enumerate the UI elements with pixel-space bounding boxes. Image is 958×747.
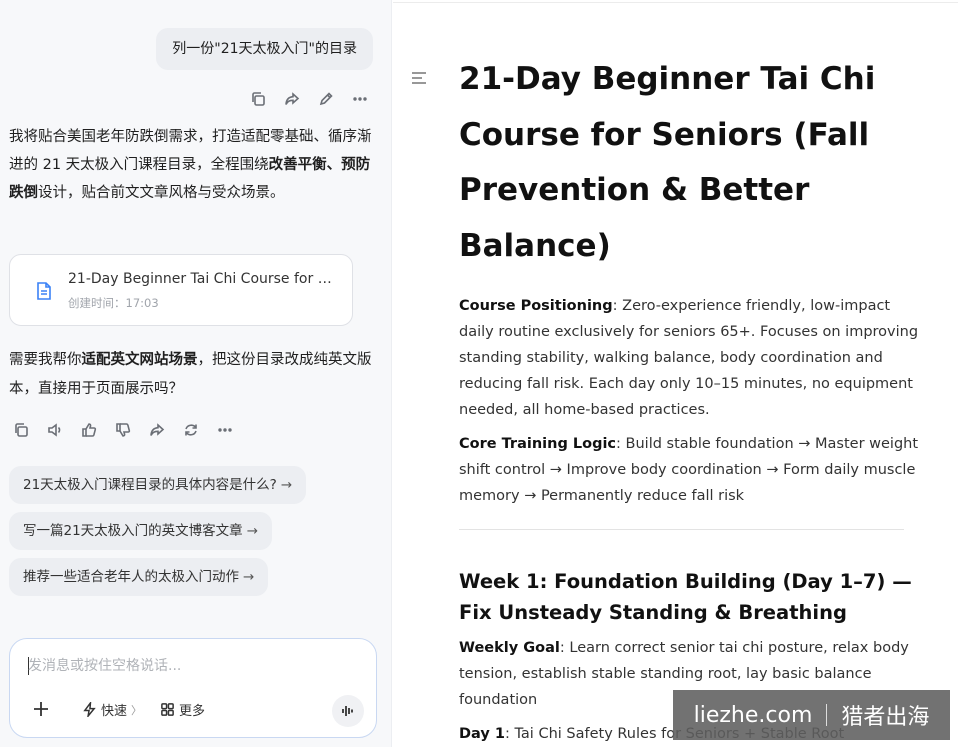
watermark-separator bbox=[826, 704, 828, 726]
watermark-site: liezhe.com bbox=[693, 702, 813, 728]
ai-followup-message: 需要我帮你适配英文网站场景，把这份目录改成纯英文版本，直接用于页面展示吗？ bbox=[9, 346, 374, 404]
core-logic-label: Core Training Logic bbox=[459, 436, 617, 452]
suggestion-label: 写一篇21天太极入门的英文博客文章 bbox=[23, 523, 243, 539]
copy-icon[interactable] bbox=[249, 90, 267, 108]
ai-followup-text: 需要我帮你 bbox=[9, 352, 82, 368]
thumbs-down-icon[interactable] bbox=[114, 421, 132, 439]
watermark: liezhe.com 猎者出海 bbox=[673, 690, 950, 740]
course-positioning-paragraph: Course Positioning: Zero-experience frie… bbox=[459, 293, 919, 423]
watermark-name: 猎者出海 bbox=[841, 705, 930, 730]
document-card-title: 21-Day Beginner Tai Chi Course for Senio… bbox=[68, 271, 340, 287]
more-tools-label: 更多 bbox=[179, 704, 206, 719]
grid-icon bbox=[161, 703, 174, 716]
document-title: 21-Day Beginner Tai Chi Course for Senio… bbox=[459, 61, 876, 264]
suggestion-chip[interactable]: 推荐一些适合老年人的太极入门动作 → bbox=[9, 558, 269, 596]
thumbs-up-icon[interactable] bbox=[80, 421, 98, 439]
suggestion-label: 21天太极入门课程目录的具体内容是什么? bbox=[23, 477, 277, 493]
arrow-right-icon: → bbox=[280, 477, 293, 493]
chat-panel: 列一份"21天太极入门"的目录 我将贴合美国老年防跌倒需求，打造适配零基础、循序… bbox=[0, 0, 392, 747]
section-divider bbox=[459, 529, 904, 530]
copy-icon[interactable] bbox=[12, 421, 30, 439]
document-card-time: 创建时间：17:03 bbox=[68, 296, 159, 310]
core-logic-paragraph: Core Training Logic: Build stable founda… bbox=[459, 431, 919, 509]
ai-intro-text-end: 设计，贴合前文文章风格与受众场景。 bbox=[38, 185, 285, 201]
more-tools-button[interactable]: 更多 bbox=[160, 700, 205, 719]
arrow-right-icon: → bbox=[246, 523, 258, 539]
chevron-right-icon: 〉 bbox=[131, 703, 143, 717]
user-message-bubble: 列一份"21天太极入门"的目录 bbox=[156, 28, 373, 70]
message-composer: 快速 〉 更多 bbox=[9, 638, 377, 738]
lightning-icon bbox=[83, 702, 96, 717]
course-positioning-label: Course Positioning bbox=[459, 298, 613, 314]
day1-label: Day 1 bbox=[459, 726, 505, 742]
share-icon[interactable] bbox=[148, 421, 166, 439]
quick-mode-label: 快速 bbox=[101, 704, 128, 719]
top-divider bbox=[393, 2, 958, 3]
plus-icon[interactable] bbox=[32, 700, 50, 718]
ai-intro-message: 我将贴合美国老年防跌倒需求，打造适配零基础、循序渐进的 21 天太极入门课程目录… bbox=[9, 123, 374, 207]
table-of-contents-icon[interactable] bbox=[411, 70, 427, 89]
share-icon[interactable] bbox=[283, 90, 301, 108]
regenerate-icon[interactable] bbox=[182, 421, 200, 439]
user-message-actions bbox=[249, 90, 369, 108]
more-icon[interactable] bbox=[216, 421, 234, 439]
document-icon bbox=[35, 281, 53, 305]
course-positioning-text: : Zero-experience friendly, low-impact d… bbox=[459, 298, 919, 418]
waveform-icon bbox=[342, 706, 353, 716]
more-icon[interactable] bbox=[351, 90, 369, 108]
document-card[interactable]: 21-Day Beginner Tai Chi Course for Senio… bbox=[9, 254, 353, 326]
message-input[interactable] bbox=[28, 655, 358, 677]
ai-message-actions bbox=[12, 421, 234, 439]
voice-input-button[interactable] bbox=[332, 695, 364, 727]
speaker-icon[interactable] bbox=[46, 421, 64, 439]
suggestion-chip[interactable]: 21天太极入门课程目录的具体内容是什么? → bbox=[9, 466, 307, 504]
ai-followup-bold: 适配英文网站场景 bbox=[81, 352, 198, 368]
document-panel: 21-Day Beginner Tai Chi Course for Senio… bbox=[393, 0, 958, 747]
quick-mode-button[interactable]: 快速 〉 bbox=[82, 700, 142, 719]
edit-icon[interactable] bbox=[317, 90, 335, 108]
suggestion-label: 推荐一些适合老年人的太极入门动作 bbox=[23, 569, 239, 585]
weekly-goal-label: Weekly Goal bbox=[459, 640, 560, 656]
suggestion-chip[interactable]: 写一篇21天太极入门的英文博客文章 → bbox=[9, 512, 272, 550]
arrow-right-icon: → bbox=[243, 569, 255, 585]
week1-heading: Week 1: Foundation Building (Day 1–7) — … bbox=[459, 570, 912, 624]
